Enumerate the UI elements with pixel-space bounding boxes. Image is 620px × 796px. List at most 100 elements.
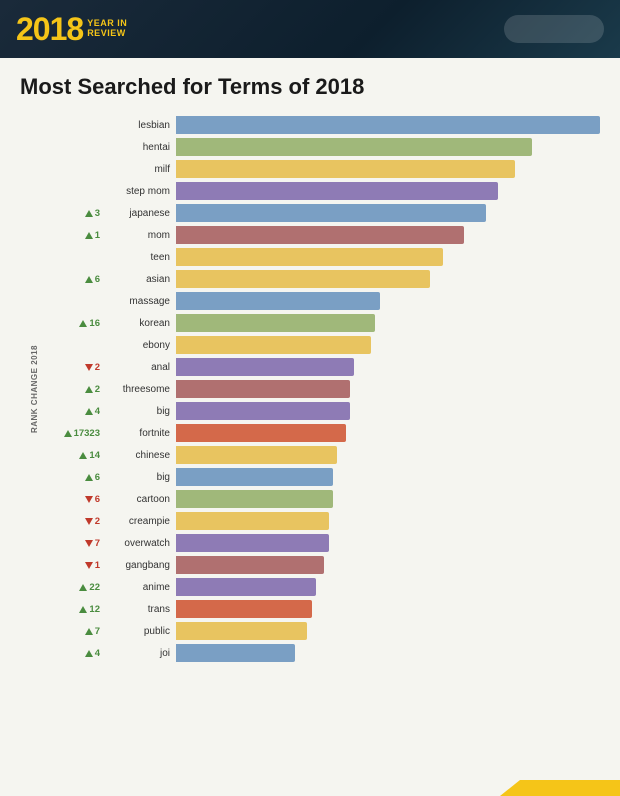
bar-13: [176, 402, 350, 420]
row-bar-wrap-15: [176, 444, 600, 466]
row-change-16: 6: [52, 466, 104, 488]
row-label-1: hentai: [104, 136, 176, 158]
bar-19: [176, 534, 329, 552]
row-change-6: [52, 246, 104, 268]
row-bar-wrap-23: [176, 620, 600, 642]
row-bar-wrap-22: [176, 598, 600, 620]
row-bar-wrap-5: [176, 224, 600, 246]
row-change-14: 17323: [52, 422, 104, 444]
bar-9: [176, 314, 375, 332]
bar-23: [176, 622, 307, 640]
row-label-15: chinese: [104, 444, 176, 466]
row-change-19: 7: [52, 532, 104, 554]
row-change-23: 7: [52, 620, 104, 642]
row-bar-wrap-16: [176, 466, 600, 488]
row-change-3: [52, 180, 104, 202]
row-bar-wrap-20: [176, 554, 600, 576]
row-bar-wrap-19: [176, 532, 600, 554]
row-change-11: 2: [52, 356, 104, 378]
logo-subtitle: YEAR IN REVIEW: [87, 19, 127, 39]
row-label-23: public: [104, 620, 176, 642]
row-label-20: gangbang: [104, 554, 176, 576]
bar-17: [176, 490, 333, 508]
row-change-8: [52, 290, 104, 312]
row-label-21: anime: [104, 576, 176, 598]
chart-section: Most Searched for Terms of 2018 RANK CHA…: [0, 58, 620, 674]
rank-label: RANK CHANGE 2018: [30, 345, 39, 433]
bar-15: [176, 446, 337, 464]
bar-12: [176, 380, 350, 398]
bar-7: [176, 270, 430, 288]
row-change-20: 1: [52, 554, 104, 576]
row-change-4: 3: [52, 202, 104, 224]
row-change-0: [52, 114, 104, 136]
row-bar-wrap-12: [176, 378, 600, 400]
row-label-17: cartoon: [104, 488, 176, 510]
row-change-24: 4: [52, 642, 104, 664]
logo-year: 2018: [16, 11, 83, 48]
row-label-5: mom: [104, 224, 176, 246]
row-change-13: 4: [52, 400, 104, 422]
bar-21: [176, 578, 316, 596]
row-change-15: 14: [52, 444, 104, 466]
row-label-13: big: [104, 400, 176, 422]
rank-label-column: RANK CHANGE 2018: [20, 114, 48, 664]
row-change-1: [52, 136, 104, 158]
row-label-10: ebony: [104, 334, 176, 356]
row-bar-wrap-17: [176, 488, 600, 510]
bar-column: [176, 114, 600, 664]
row-bar-wrap-10: [176, 334, 600, 356]
row-label-24: joi: [104, 642, 176, 664]
row-change-17: 6: [52, 488, 104, 510]
row-label-18: creampie: [104, 510, 176, 532]
row-change-7: 6: [52, 268, 104, 290]
bar-8: [176, 292, 380, 310]
row-label-4: japanese: [104, 202, 176, 224]
row-bar-wrap-8: [176, 290, 600, 312]
row-bar-wrap-9: [176, 312, 600, 334]
row-bar-wrap-7: [176, 268, 600, 290]
row-bar-wrap-11: [176, 356, 600, 378]
row-bar-wrap-2: [176, 158, 600, 180]
row-label-8: massage: [104, 290, 176, 312]
row-label-2: milf: [104, 158, 176, 180]
bar-16: [176, 468, 333, 486]
header: 2018 YEAR IN REVIEW: [0, 0, 620, 58]
row-bar-wrap-24: [176, 642, 600, 664]
row-label-0: lesbian: [104, 114, 176, 136]
chart-container: RANK CHANGE 2018 31616224173231466271221…: [20, 114, 600, 664]
row-bar-wrap-14: [176, 422, 600, 444]
change-column: 31616224173231466271221274: [52, 114, 104, 664]
row-bar-wrap-0: [176, 114, 600, 136]
row-label-22: trans: [104, 598, 176, 620]
bars-section: 31616224173231466271221274lesbianhentaim…: [52, 114, 600, 664]
row-bar-wrap-13: [176, 400, 600, 422]
bar-4: [176, 204, 486, 222]
bar-1: [176, 138, 532, 156]
row-label-12: threesome: [104, 378, 176, 400]
row-bar-wrap-3: [176, 180, 600, 202]
row-change-2: [52, 158, 104, 180]
chart-title: Most Searched for Terms of 2018: [20, 74, 600, 100]
row-label-6: teen: [104, 246, 176, 268]
bar-3: [176, 182, 498, 200]
row-bar-wrap-4: [176, 202, 600, 224]
row-change-22: 12: [52, 598, 104, 620]
row-label-16: big: [104, 466, 176, 488]
bar-14: [176, 424, 346, 442]
row-change-12: 2: [52, 378, 104, 400]
row-bar-wrap-21: [176, 576, 600, 598]
label-column: lesbianhentaimilfstep momjapanesemomteen…: [104, 114, 176, 664]
row-change-18: 2: [52, 510, 104, 532]
row-bar-wrap-6: [176, 246, 600, 268]
footer-stripe: [500, 780, 620, 796]
bar-11: [176, 358, 354, 376]
bar-24: [176, 644, 295, 662]
bar-20: [176, 556, 324, 574]
row-label-9: korean: [104, 312, 176, 334]
row-change-5: 1: [52, 224, 104, 246]
bar-5: [176, 226, 464, 244]
row-label-14: fortnite: [104, 422, 176, 444]
row-label-7: asian: [104, 268, 176, 290]
bar-0: [176, 116, 600, 134]
